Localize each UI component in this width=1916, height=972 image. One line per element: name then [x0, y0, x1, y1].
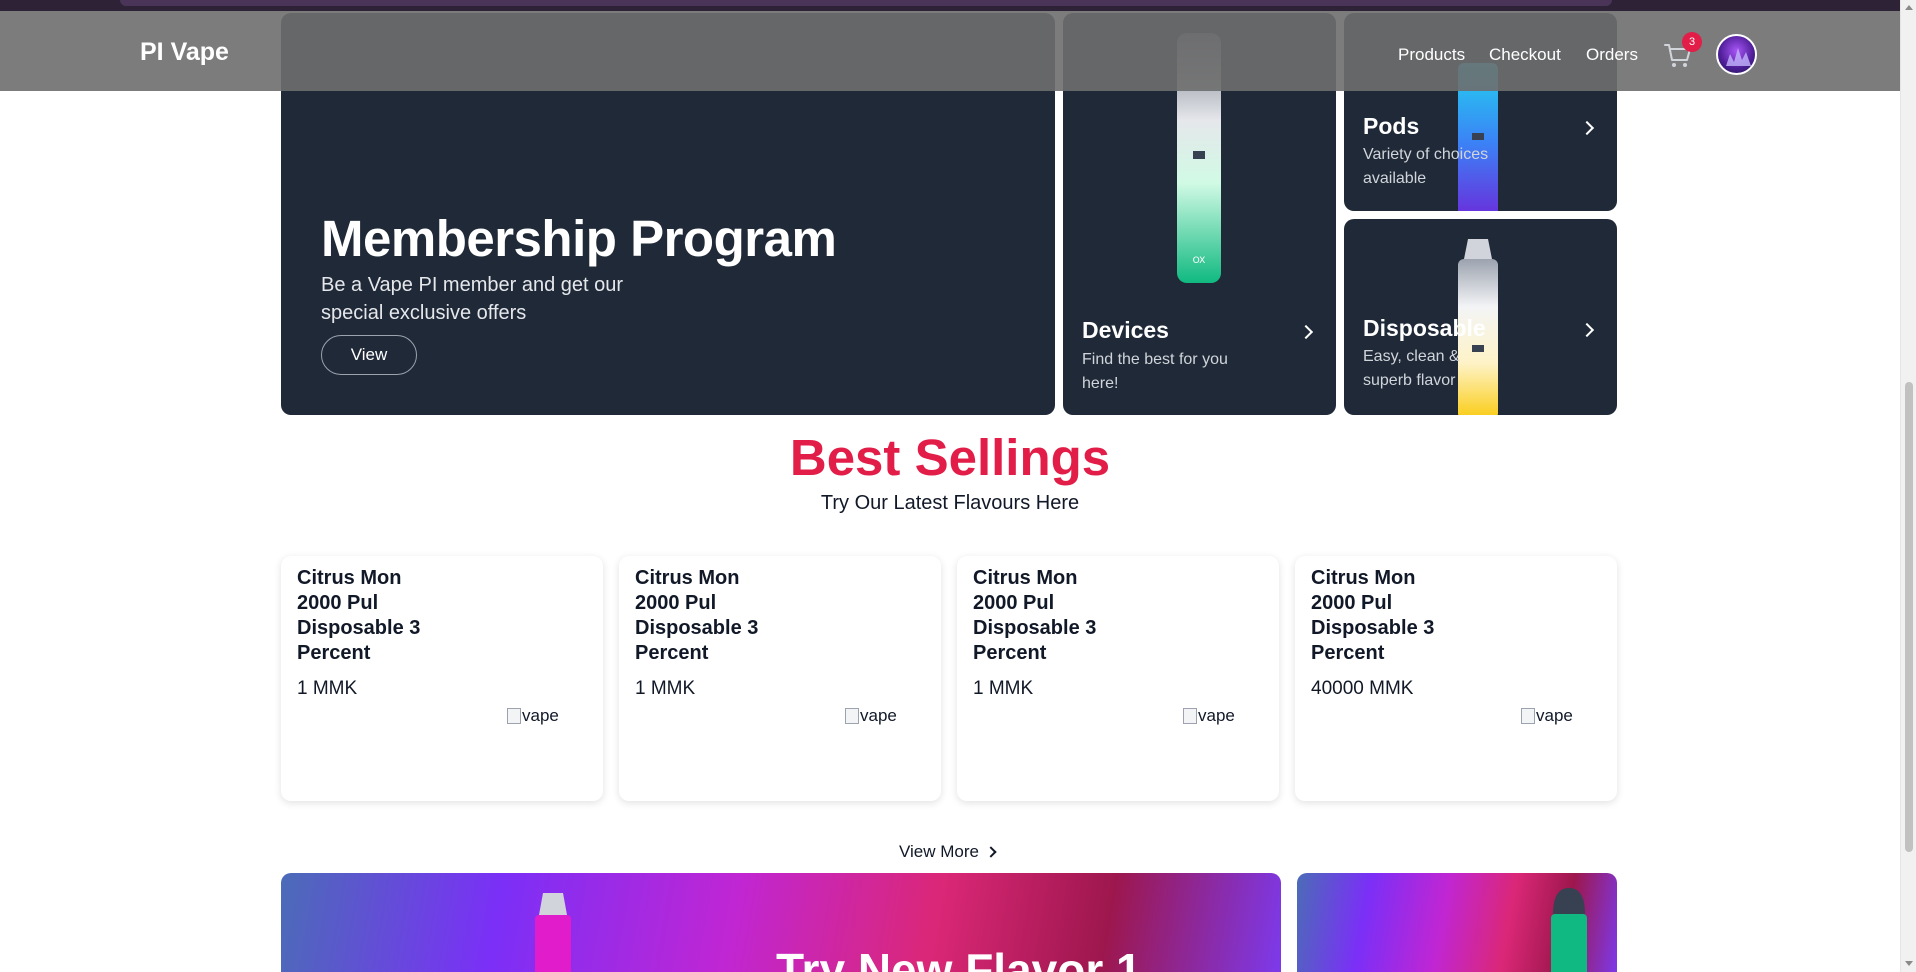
- svg-text:OX: OX: [1193, 256, 1206, 266]
- view-more-link[interactable]: View More: [899, 842, 997, 862]
- flavor-banner[interactable]: Try New Flavor 1: [281, 873, 1281, 972]
- product-image: vape: [507, 706, 559, 726]
- disposable-desc: Easy, clean & superb flavor: [1363, 348, 1460, 389]
- view-more-label: View More: [899, 842, 979, 861]
- product-name: Citrus Mon 2000 Pul Disposable 3 Percent: [973, 567, 1097, 664]
- flavor-banner-secondary[interactable]: [1297, 873, 1617, 972]
- green-vape-image: [1551, 888, 1587, 972]
- product-price: 40000 MMK: [1311, 678, 1414, 699]
- product-image: vape: [845, 706, 897, 726]
- pods-desc: Variety of choices available: [1363, 146, 1489, 187]
- page: Membership Program Be a Vape PI member a…: [0, 0, 1900, 972]
- scroll-down-arrow-icon[interactable]: [1905, 961, 1913, 966]
- pink-vape-image: [535, 893, 571, 972]
- cart-count-badge: 3: [1682, 32, 1702, 52]
- top-strip: [0, 0, 1900, 11]
- devices-desc: Find the best for you here!: [1082, 351, 1228, 392]
- product-card[interactable]: Citrus Mon 2000 Pul Disposable 3 Percent…: [1295, 556, 1617, 801]
- broken-image-icon: [507, 708, 521, 724]
- devices-title: Devices: [1082, 317, 1169, 343]
- nav-link-products[interactable]: Products: [1398, 45, 1465, 65]
- membership-title: Membership Program: [321, 210, 837, 267]
- category-card-disposable[interactable]: Disposable Easy, clean & superb flavor: [1344, 219, 1617, 415]
- best-sellings-subtitle: Try Our Latest Flavours Here: [820, 492, 1080, 514]
- user-avatar[interactable]: [1716, 34, 1757, 75]
- product-price: 1 MMK: [635, 678, 696, 699]
- broken-image-icon: [1521, 708, 1535, 724]
- nav-link-orders[interactable]: Orders: [1586, 45, 1638, 65]
- best-sellings-title: Best Sellings: [789, 429, 1111, 486]
- chevron-right-icon: [985, 846, 997, 858]
- broken-image-icon: [1183, 708, 1197, 724]
- nav-link-checkout[interactable]: Checkout: [1489, 45, 1561, 65]
- membership-subtitle: Be a Vape PI member and get our special …: [321, 274, 624, 324]
- scroll-up-arrow-icon[interactable]: [1905, 5, 1913, 10]
- broken-image-icon: [845, 708, 859, 724]
- chevron-right-icon: [1579, 120, 1595, 136]
- product-card[interactable]: Citrus Mon 2000 Pul Disposable 3 Percent…: [957, 556, 1279, 801]
- product-name: Citrus Mon 2000 Pul Disposable 3 Percent: [635, 567, 759, 664]
- chevron-right-icon: [1298, 324, 1314, 340]
- disposable-title: Disposable: [1363, 315, 1486, 341]
- product-name: Citrus Mon 2000 Pul Disposable 3 Percent: [1311, 567, 1435, 664]
- product-card[interactable]: Citrus Mon 2000 Pul Disposable 3 Percent…: [619, 556, 941, 801]
- banner-title: Try New Flavor 1: [776, 944, 1142, 972]
- product-image: vape: [1183, 706, 1235, 726]
- product-price: 1 MMK: [297, 678, 358, 699]
- avatar-icon: [1726, 48, 1751, 66]
- product-card[interactable]: Citrus Mon 2000 Pul Disposable 3 Percent…: [281, 556, 603, 801]
- product-name: Citrus Mon 2000 Pul Disposable 3 Percent: [297, 567, 421, 664]
- scrollbar-thumb[interactable]: [1905, 382, 1913, 852]
- vertical-scrollbar[interactable]: [1900, 0, 1916, 972]
- brand-logo[interactable]: PI Vape: [140, 38, 229, 67]
- chevron-right-icon: [1579, 322, 1595, 338]
- membership-view-button[interactable]: View: [321, 335, 417, 375]
- navbar: PI Vape Products Checkout Orders 3: [0, 11, 1900, 91]
- product-image: vape: [1521, 706, 1573, 726]
- product-price: 1 MMK: [973, 678, 1034, 699]
- pods-title: Pods: [1363, 113, 1420, 139]
